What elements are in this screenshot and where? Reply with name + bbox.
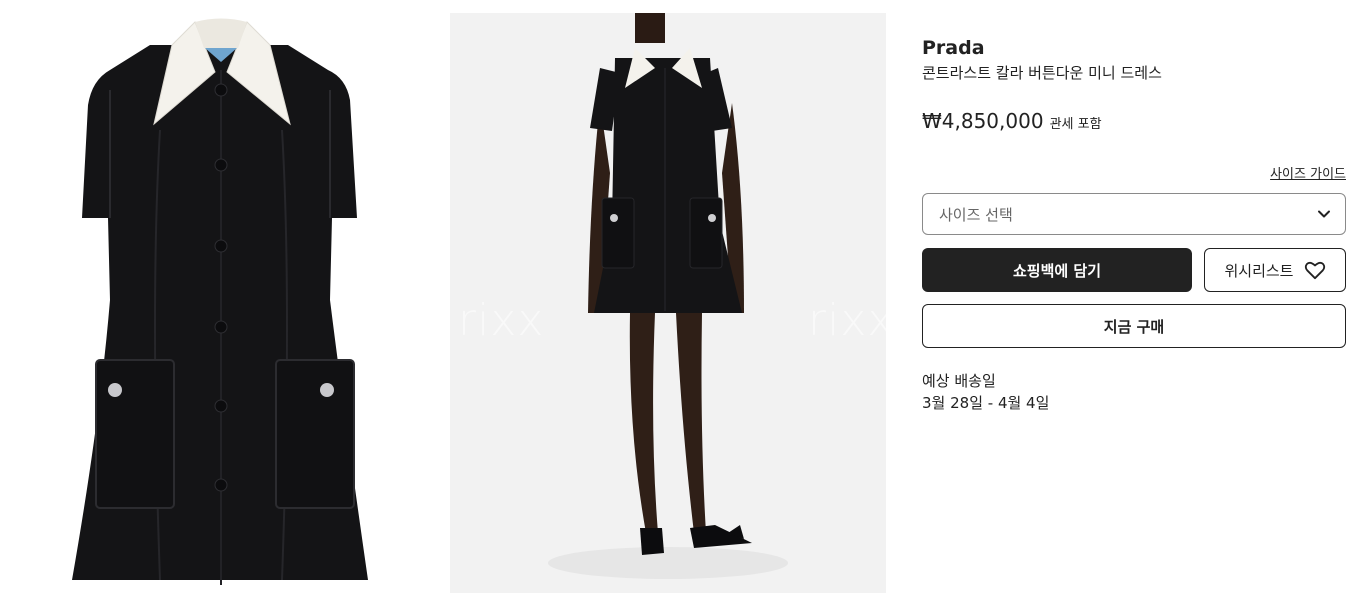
price-row: ₩4,850,000 관세 포함 <box>922 109 1346 133</box>
action-buttons-row: 쇼핑백에 담기 위시리스트 <box>922 248 1346 292</box>
watermark-right: rixx <box>808 295 886 346</box>
product-info-panel: Prada 콘트라스트 칼라 버튼다운 미니 드레스 ₩4,850,000 관세… <box>922 34 1346 414</box>
product-title: 콘트라스트 칼라 버튼다운 미니 드레스 <box>922 64 1162 82</box>
size-select-placeholder: 사이즈 선택 <box>939 205 1013 224</box>
product-gallery: rixx rixx <box>0 0 900 597</box>
size-guide-link[interactable]: 사이즈 가이드 <box>1270 167 1346 182</box>
chevron-down-icon <box>1318 210 1330 218</box>
heart-icon <box>1304 261 1325 280</box>
dress-flat-image <box>72 18 368 585</box>
delivery-estimate: 예상 배송일 3월 28일 - 4월 4일 <box>922 370 1346 414</box>
wishlist-button[interactable]: 위시리스트 <box>1204 248 1346 292</box>
size-select-dropdown[interactable]: 사이즈 선택 <box>922 193 1346 235</box>
watermark-left: rixx <box>458 295 545 346</box>
wishlist-label: 위시리스트 <box>1224 261 1294 280</box>
add-to-bag-button[interactable]: 쇼핑백에 담기 <box>922 248 1192 292</box>
price-note: 관세 포함 <box>1049 117 1102 132</box>
buy-now-button[interactable]: 지금 구매 <box>922 304 1346 348</box>
product-image-flat[interactable] <box>0 0 440 597</box>
price: ₩4,850,000 <box>922 109 1044 133</box>
size-guide-row: 사이즈 가이드 <box>922 163 1346 185</box>
brand-name[interactable]: Prada <box>922 34 1346 62</box>
delivery-label: 예상 배송일 <box>922 372 996 390</box>
product-image-model[interactable]: rixx rixx <box>450 13 886 593</box>
delivery-dates: 3월 28일 - 4월 4일 <box>922 394 1050 412</box>
